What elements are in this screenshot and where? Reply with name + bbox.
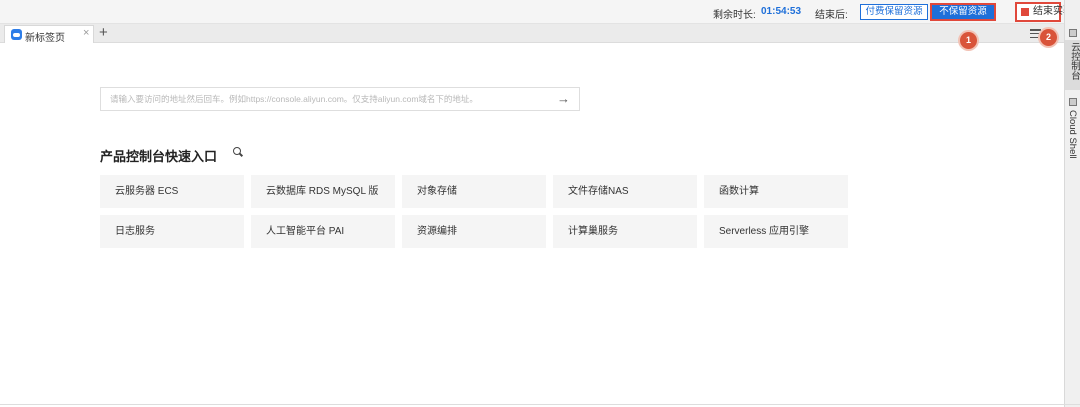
- sidebar-cloud-shell-label: Cloud Shell: [1067, 110, 1078, 159]
- browser-tab-strip: 新标签页 × +: [0, 24, 1064, 44]
- terminal-icon: [1069, 98, 1077, 106]
- sidebar-item-console[interactable]: 云控制台: [1065, 40, 1080, 90]
- stop-square-icon: [1021, 8, 1029, 16]
- arrow-right-icon[interactable]: →: [557, 91, 570, 107]
- quick-entry-nas[interactable]: 文件存储NAS: [553, 175, 697, 208]
- remaining-time-label: 剩余时长:: [713, 10, 756, 21]
- quick-entry-rds-mysql[interactable]: 云数据库 RDS MySQL 版: [251, 175, 395, 208]
- bottom-divider: [0, 404, 1080, 405]
- sidebar-item-cloud-shell[interactable]: Cloud Shell: [1065, 110, 1080, 170]
- paid-keep-resources-button[interactable]: 付费保留资源: [860, 4, 928, 20]
- step-marker-2: 2: [1040, 29, 1057, 46]
- tab-new-tab-page[interactable]: 新标签页 ×: [4, 25, 94, 44]
- quick-entry-ros[interactable]: 资源编排: [402, 215, 546, 248]
- step-marker-1: 1: [960, 32, 977, 49]
- console-icon: [1069, 29, 1077, 37]
- url-input[interactable]: [101, 88, 551, 110]
- no-keep-resources-button[interactable]: 不保留资源: [930, 3, 996, 21]
- quick-entry-ecs[interactable]: 云服务器 ECS: [100, 175, 244, 208]
- quick-entry-compute-nest[interactable]: 计算巢服务: [553, 215, 697, 248]
- end-experiment-button[interactable]: 结束实验: [1015, 2, 1073, 22]
- sidebar-console-label: 云控制台: [1069, 42, 1080, 80]
- url-bar: →: [100, 87, 580, 111]
- tab-title: 新标签页: [25, 33, 65, 44]
- remaining-time-value: 01:54:53: [761, 6, 802, 17]
- quick-entry-log-service[interactable]: 日志服务: [100, 215, 244, 248]
- quick-entry-pai[interactable]: 人工智能平台 PAI: [251, 215, 395, 248]
- quick-entry-sae[interactable]: Serverless 应用引擎: [704, 215, 848, 248]
- top-status-bar: 剩余时长: 01:54:53 结束后: 付费保留资源 不保留资源 结束实验: [0, 0, 1073, 24]
- cloud-icon: [11, 29, 22, 40]
- new-tab-button[interactable]: +: [99, 24, 108, 42]
- search-icon[interactable]: [233, 147, 243, 157]
- quick-entry-oss[interactable]: 对象存储: [402, 175, 546, 208]
- right-sidebar: 云控制台 Cloud Shell: [1064, 0, 1080, 407]
- end-after-label: 结束后:: [815, 10, 848, 21]
- quick-entry-function-compute[interactable]: 函数计算: [704, 175, 848, 208]
- quick-entry-title: 产品控制台快速入口: [100, 149, 218, 164]
- close-icon[interactable]: ×: [83, 27, 89, 39]
